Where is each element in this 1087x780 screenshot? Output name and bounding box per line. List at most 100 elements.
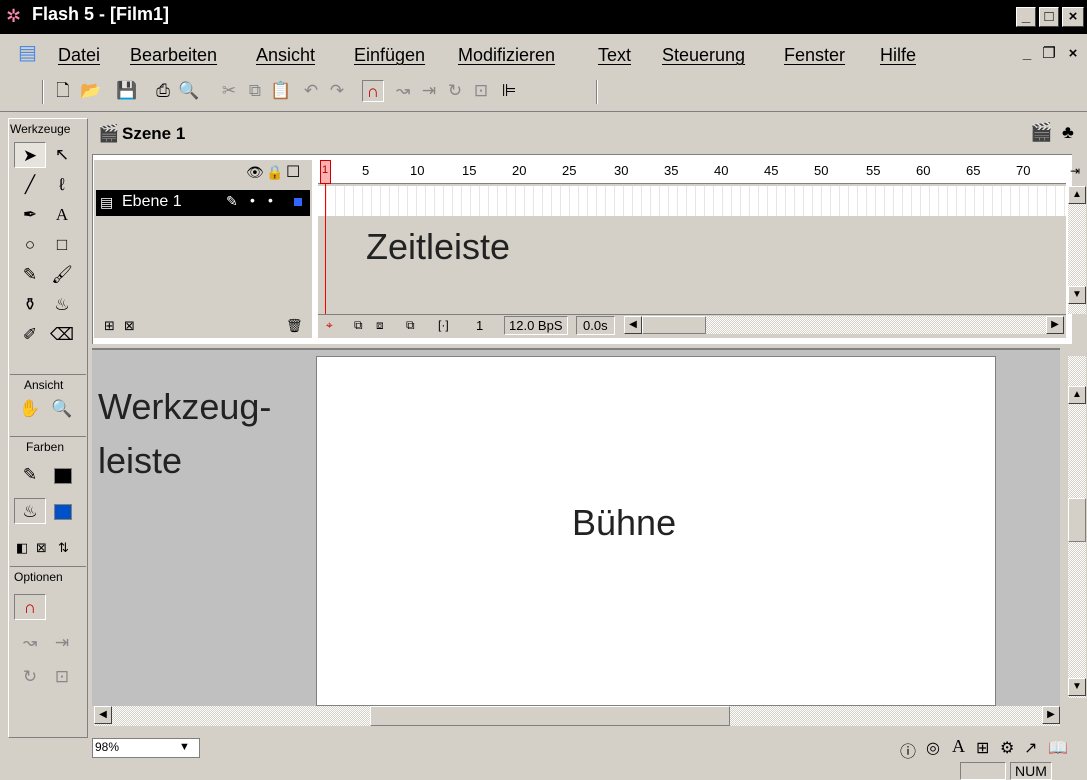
layer-name[interactable]: Ebene 1 xyxy=(122,193,182,211)
mdi-restore-button[interactable]: ❐ xyxy=(1040,45,1058,65)
stroke-color-swatch[interactable] xyxy=(54,468,72,484)
maximize-button[interactable]: □ xyxy=(1039,7,1059,27)
onion-outline-icon[interactable]: ⧈ xyxy=(376,318,384,333)
launcher-mixer-icon[interactable]: ◎ xyxy=(926,738,940,758)
mdi-close-button[interactable]: × xyxy=(1064,45,1082,65)
menu-text[interactable]: Text xyxy=(598,45,631,66)
menu-modifizieren[interactable]: Modifizieren xyxy=(458,45,555,66)
ink-bottle-tool-icon[interactable]: ⚱ xyxy=(14,292,46,318)
fill-color-swatch[interactable] xyxy=(54,504,72,520)
menu-fenster[interactable]: Fenster xyxy=(784,45,845,66)
stroke-color-icon[interactable]: ✎ xyxy=(14,462,46,488)
open-icon[interactable]: 📂 xyxy=(80,80,102,102)
launcher-actions-icon[interactable]: ↗ xyxy=(1024,738,1037,758)
line-tool-icon[interactable]: ╱ xyxy=(14,172,46,198)
save-icon[interactable]: 💾 xyxy=(116,80,138,102)
timeline-hscroll-left[interactable]: ◀ xyxy=(624,316,642,334)
smooth-icon[interactable]: ↝ xyxy=(392,80,414,102)
frame-ruler[interactable] xyxy=(318,160,1066,184)
frame-grid[interactable] xyxy=(318,186,1066,216)
rotate-icon[interactable]: ↻ xyxy=(444,80,466,102)
pen-tool-icon[interactable]: ✒ xyxy=(14,202,46,228)
eye-icon[interactable]: 👁 xyxy=(246,164,264,181)
subselect-tool-icon[interactable]: ↖ xyxy=(46,142,78,168)
undo-icon[interactable]: ↶ xyxy=(300,80,322,102)
paint-bucket-tool-icon[interactable]: ♨ xyxy=(46,292,78,318)
flash-app-icon[interactable]: ✲ xyxy=(6,6,21,27)
fill-color-icon[interactable]: ♨ xyxy=(14,498,46,524)
lock-dot[interactable]: • xyxy=(268,192,273,208)
eraser-tool-icon[interactable]: ⌫ xyxy=(46,322,78,348)
edit-symbol-icon[interactable]: ♣ xyxy=(1062,122,1074,143)
swap-colors-icon[interactable]: ⇅ xyxy=(58,540,69,556)
default-colors-icon[interactable]: ◧ xyxy=(16,540,28,556)
cut-icon[interactable]: ✂ xyxy=(218,80,240,102)
text-tool-icon[interactable]: A xyxy=(46,202,78,228)
timeline-hscroll-right[interactable]: ▶ xyxy=(1046,316,1064,334)
snap-magnet-icon[interactable]: ∩ xyxy=(362,80,384,102)
add-guide-layer-icon[interactable]: ⊠ xyxy=(124,318,135,334)
menu-ansicht[interactable]: Ansicht xyxy=(256,45,315,66)
playhead[interactable]: 1 xyxy=(320,160,331,184)
edit-scene-icon[interactable]: 🎬 xyxy=(1030,122,1052,143)
snap-option-icon[interactable]: ∩ xyxy=(14,594,46,620)
zoom-tool-icon[interactable]: 🔍 xyxy=(46,396,78,422)
new-icon[interactable]: 🗋 xyxy=(52,80,74,102)
edit-multiple-icon[interactable]: ⧉ xyxy=(406,318,415,333)
straighten-option-icon[interactable]: ⇥ xyxy=(46,630,78,656)
outline-icon[interactable]: ☐ xyxy=(286,162,300,182)
launcher-info-icon[interactable]: ⓘ xyxy=(900,738,916,762)
rotate-option-icon[interactable]: ↻ xyxy=(14,664,46,690)
stage-hscroll-thumb[interactable] xyxy=(370,706,730,726)
launcher-library-icon[interactable]: 📖 xyxy=(1048,738,1068,758)
minimize-button[interactable]: _ xyxy=(1016,7,1036,27)
no-color-icon[interactable]: ⊠ xyxy=(36,540,47,556)
stage-scroll-right[interactable]: ▶ xyxy=(1042,706,1060,724)
lock-icon[interactable]: 🔒 xyxy=(266,164,283,181)
copy-icon[interactable]: ⧉ xyxy=(244,80,266,102)
align-icon[interactable]: ⊫ xyxy=(498,80,520,102)
print-preview-icon[interactable]: 🔍 xyxy=(178,80,200,102)
rectangle-tool-icon[interactable]: □ xyxy=(46,232,78,258)
launcher-instance-icon[interactable]: ⊞ xyxy=(976,738,989,758)
visible-dot[interactable]: • xyxy=(250,192,255,208)
menu-einfuegen[interactable]: Einfügen xyxy=(354,45,425,66)
redo-icon[interactable]: ↷ xyxy=(326,80,348,102)
launcher-character-icon[interactable]: A xyxy=(952,736,965,757)
stage-vscroll-thumb[interactable] xyxy=(1068,498,1086,542)
timeline-scroll-up[interactable]: ▲ xyxy=(1068,186,1086,204)
print-icon[interactable]: ⎙ xyxy=(152,80,174,102)
straighten-icon[interactable]: ⇥ xyxy=(418,80,440,102)
stage-scroll-left[interactable]: ◀ xyxy=(94,706,112,724)
stage-scroll-down[interactable]: ▼ xyxy=(1068,678,1086,696)
arrow-tool-icon[interactable]: ➤ xyxy=(14,142,46,168)
menu-hilfe[interactable]: Hilfe xyxy=(880,45,916,66)
onion-skin-icon[interactable]: ⧉ xyxy=(354,318,363,333)
mdi-minimize-button[interactable]: _ xyxy=(1018,45,1036,65)
lasso-tool-icon[interactable]: ℓ xyxy=(46,172,78,198)
hand-tool-icon[interactable]: ✋ xyxy=(14,396,46,422)
document-icon[interactable]: ▤ xyxy=(18,40,37,65)
timeline-menu-icon[interactable]: ⇥ xyxy=(1070,164,1080,178)
pencil-tool-icon[interactable]: ✎ xyxy=(14,262,46,288)
launcher-movie-explorer-icon[interactable]: ⚙ xyxy=(1000,738,1014,758)
delete-layer-icon[interactable]: 🗑 xyxy=(286,318,303,334)
smooth-option-icon[interactable]: ↝ xyxy=(14,630,46,656)
scale-option-icon[interactable]: ⊡ xyxy=(46,664,78,690)
stage-scroll-up[interactable]: ▲ xyxy=(1068,386,1086,404)
modify-markers-icon[interactable]: [·] xyxy=(438,318,449,332)
close-button[interactable]: × xyxy=(1062,7,1084,27)
chevron-down-icon[interactable]: ▼ xyxy=(179,741,190,753)
add-layer-icon[interactable]: ⊞ xyxy=(104,318,115,334)
timeline-hscroll-thumb[interactable] xyxy=(642,316,706,334)
paste-icon[interactable]: 📋 xyxy=(270,80,292,102)
center-frame-icon[interactable]: ⌖ xyxy=(326,318,333,333)
dropper-tool-icon[interactable]: ✐ xyxy=(14,322,46,348)
layer-color-swatch[interactable] xyxy=(294,198,302,206)
oval-tool-icon[interactable]: ○ xyxy=(14,232,46,258)
zoom-select[interactable]: 98% ▼ xyxy=(92,738,200,758)
menu-bearbeiten[interactable]: Bearbeiten xyxy=(130,45,217,66)
layer-row[interactable]: ▤ Ebene 1 ✎ • • xyxy=(96,190,310,216)
scale-icon[interactable]: ⊡ xyxy=(470,80,492,102)
menu-steuerung[interactable]: Steuerung xyxy=(662,45,745,66)
